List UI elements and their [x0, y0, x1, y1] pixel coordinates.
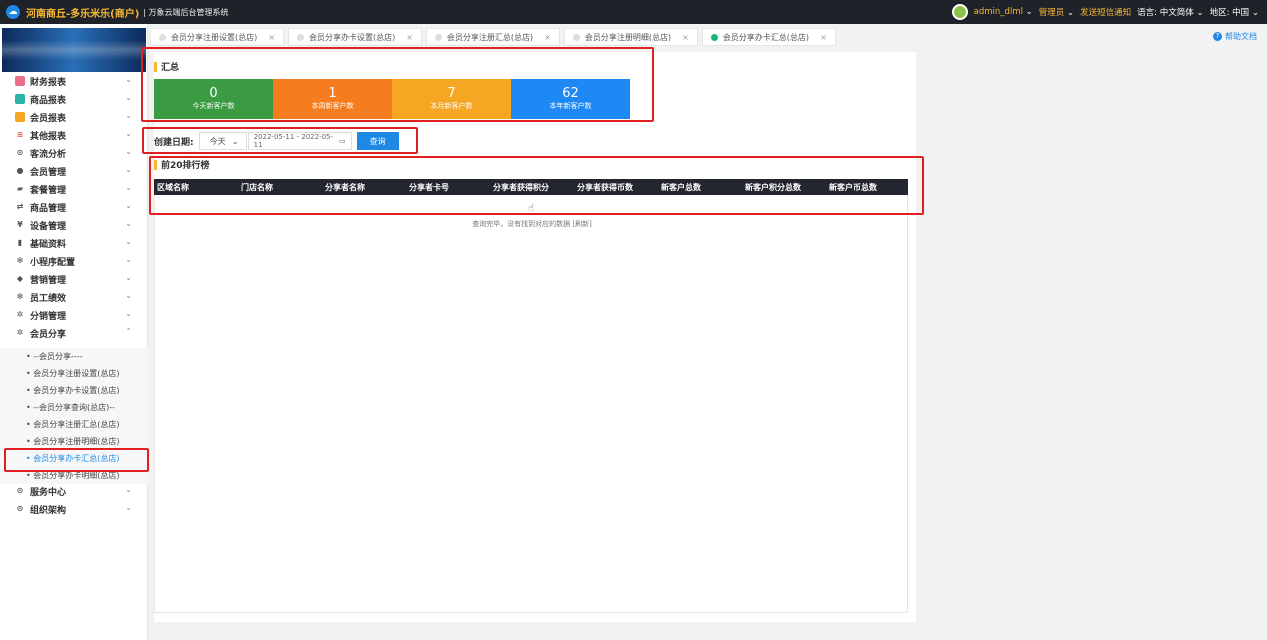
sidebar: 财务报表 ⌄ 商品报表 ⌄ 会员报表 ⌄ ≋ 其他报表 ⌄ ⊙ 客流分析 ⌄ ● 会员管理 ⌄ ▰…: [0, 24, 148, 640]
close-icon[interactable]: ×: [682, 33, 689, 42]
target-icon: ⊙: [16, 504, 24, 513]
close-icon[interactable]: ×: [406, 33, 413, 42]
close-icon[interactable]: ×: [544, 33, 551, 42]
table-body: ☝ 查询完毕，没有找到对应的数据 [刷新]: [154, 195, 908, 613]
sidebar-item-distribution[interactable]: ✲ 分销管理 ⌄: [0, 306, 148, 324]
chevron-down-icon: ⌄: [125, 503, 132, 512]
tab-share-reg-setting[interactable]: 会员分享注册设置(总店) ×: [150, 28, 284, 46]
chart-icon: [15, 112, 25, 122]
close-icon[interactable]: ×: [820, 33, 827, 42]
sidebar-item-goods-mgmt[interactable]: ⇄ 商品管理 ⌄: [0, 198, 148, 216]
chart-icon: [15, 76, 25, 86]
sms-notify-link[interactable]: 发送短信通知: [1080, 6, 1131, 18]
top-bar: ☁ 河南商丘-多乐米乐(商户) | 万象云端后台管理系统 admin_dlml …: [0, 0, 1267, 24]
sidebar-item-basic-data[interactable]: ▮ 基础资料 ⌄: [0, 234, 148, 252]
status-dot: [159, 33, 166, 41]
tag-icon: ◆: [16, 274, 24, 283]
tab-share-reg-summary[interactable]: 会员分享注册汇总(总店) ×: [425, 28, 560, 46]
sidebar-item-goods-report[interactable]: 商品报表 ⌄: [0, 90, 148, 108]
sidebar-item-member-mgmt[interactable]: ● 会员管理 ⌄: [0, 162, 148, 180]
chevron-down-icon: ⌄: [125, 255, 132, 264]
sidebar-item-package-mgmt[interactable]: ▰ 套餐管理 ⌄: [0, 180, 148, 198]
tab-share-reg-detail[interactable]: 会员分享注册明细(总店) ×: [563, 28, 698, 46]
submenu-share-query-header[interactable]: • --会员分享查询(总店)--: [0, 399, 148, 416]
target-icon: ⊙: [16, 486, 24, 495]
chevron-down-icon: ⌄: [125, 291, 132, 300]
sidebar-item-miniapp-config[interactable]: ✻ 小程序配置 ⌄: [0, 252, 148, 270]
language-selector[interactable]: 语言: 中文简体 ⌄: [1137, 6, 1203, 18]
sidebar-item-marketing[interactable]: ◆ 营销管理 ⌄: [0, 270, 148, 288]
sidebar-item-other-report[interactable]: ≋ 其他报表 ⌄: [0, 126, 148, 144]
submenu-share-reg-setting[interactable]: • 会员分享注册设置(总店): [0, 365, 148, 382]
chevron-down-icon: ⌄: [125, 93, 132, 102]
close-icon[interactable]: ×: [268, 33, 275, 42]
chevron-down-icon: ⌄: [125, 183, 132, 192]
sidebar-item-member-report[interactable]: 会员报表 ⌄: [0, 108, 148, 126]
status-dot: [296, 33, 304, 41]
gear-icon: ✻: [16, 256, 24, 265]
page-tabs: 会员分享注册设置(总店) × 会员分享办卡设置(总店) × 会员分享注册汇总(总店)…: [150, 28, 836, 46]
system-name: | 万象云端后台管理系统: [143, 7, 229, 17]
username[interactable]: admin_dlml ⌄: [974, 7, 1033, 17]
sidebar-item-finance-report[interactable]: 财务报表 ⌄: [0, 72, 148, 90]
users-icon: ✲: [16, 310, 24, 319]
chevron-down-icon: ⌄: [125, 165, 132, 174]
users-icon: ✲: [16, 328, 24, 337]
chevron-down-icon: ⌄: [125, 237, 132, 246]
chevron-down-icon: ⌄: [125, 147, 132, 156]
status-dot: [710, 33, 718, 41]
submenu-share-card-setting[interactable]: • 会员分享办卡设置(总店): [0, 382, 148, 399]
joystick-icon: ¥: [17, 220, 23, 229]
role-menu[interactable]: 管理员 ⌄: [1039, 6, 1074, 18]
tab-share-card-summary[interactable]: 会员分享办卡汇总(总店) ×: [701, 28, 836, 46]
sidebar-banner: [2, 28, 146, 72]
sidebar-item-traffic[interactable]: ⊙ 客流分析 ⌄: [0, 144, 148, 162]
chevron-down-icon: ⌄: [125, 129, 132, 138]
layers-icon: ≋: [16, 130, 24, 139]
avatar[interactable]: [951, 4, 968, 20]
user-icon: ●: [16, 166, 24, 175]
submenu-share-header[interactable]: • --会员分享----: [0, 348, 148, 365]
target-icon: ⊙: [16, 148, 24, 157]
submenu-share-reg-summary[interactable]: • 会员分享注册汇总(总店): [0, 416, 148, 433]
status-dot: [572, 33, 580, 41]
chart-icon: [15, 94, 25, 104]
ticket-icon: ▰: [16, 184, 24, 193]
highlight-box-filter: [142, 127, 418, 154]
chevron-up-icon: ⌃: [125, 327, 132, 336]
highlight-box-menu: [4, 448, 149, 472]
swap-icon: ⇄: [16, 202, 24, 211]
help-docs-link[interactable]: ? 帮助文档: [1213, 31, 1257, 42]
highlight-box-table: [149, 156, 924, 215]
chevron-down-icon: ⌄: [125, 309, 132, 318]
chevron-down-icon: ⌄: [125, 273, 132, 282]
chevron-down-icon: ⌄: [125, 219, 132, 228]
chevron-down-icon: ⌄: [125, 485, 132, 494]
empty-message[interactable]: 查询完毕，没有找到对应的数据 [刷新]: [155, 219, 909, 229]
question-icon: ?: [1213, 32, 1222, 41]
sidebar-item-member-share[interactable]: ✲ 会员分享 ⌃: [0, 324, 148, 342]
chevron-down-icon: ⌄: [125, 111, 132, 120]
chevron-down-icon: ⌄: [125, 201, 132, 210]
chevron-down-icon: ⌄: [125, 75, 132, 84]
highlight-box-summary: [141, 47, 654, 122]
sidebar-item-staff-perf[interactable]: ✻ 员工绩效 ⌄: [0, 288, 148, 306]
tab-share-card-setting[interactable]: 会员分享办卡设置(总店) ×: [287, 28, 422, 46]
merchant-name[interactable]: 河南商丘-多乐米乐(商户): [26, 5, 139, 20]
status-dot: [434, 33, 442, 41]
file-icon: ▮: [17, 238, 23, 247]
cloud-logo-icon: ☁: [6, 5, 20, 19]
region-selector[interactable]: 地区: 中国 ⌄: [1210, 6, 1259, 18]
sidebar-item-org[interactable]: ⊙ 组织架构 ⌄: [0, 500, 148, 518]
sidebar-item-device-mgmt[interactable]: ¥ 设备管理 ⌄: [0, 216, 148, 234]
gear-icon: ✻: [16, 292, 24, 301]
sidebar-item-service-center[interactable]: ⊙ 服务中心 ⌄: [0, 482, 148, 500]
